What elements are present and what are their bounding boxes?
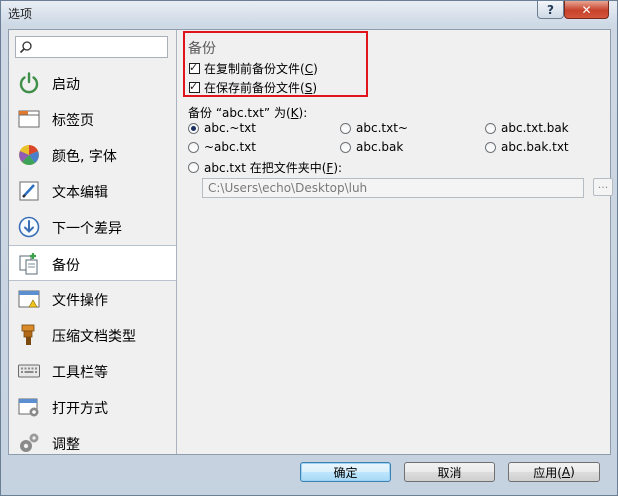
radio-name-option[interactable]: abc.bak xyxy=(340,140,403,154)
window-title: 选项 xyxy=(8,7,33,21)
sidebar-item-label: 备份 xyxy=(52,258,80,274)
backup-folder-path-input[interactable]: C:\Users\echo\Desktop\luh xyxy=(202,178,584,198)
gears-icon xyxy=(20,433,39,452)
keyboard-icon xyxy=(18,364,40,378)
radio-name-option[interactable]: ~abc.txt xyxy=(188,140,256,154)
search-icon xyxy=(19,41,32,54)
sidebar-item-tabs[interactable]: 标签页 xyxy=(9,101,176,137)
radio-button[interactable] xyxy=(188,122,199,134)
sidebar-item-label: 压缩文档类型 xyxy=(52,329,136,345)
checkbox-label: 在保存前备份文件( xyxy=(204,81,305,95)
help-button[interactable]: ? xyxy=(537,1,564,19)
button-label: 确定 xyxy=(333,465,358,480)
radio-button[interactable] xyxy=(188,141,199,153)
sidebar-item-startup[interactable]: 启动 xyxy=(9,65,176,101)
open-with-icon xyxy=(18,398,39,417)
search-input[interactable] xyxy=(15,36,168,58)
label-end: ) xyxy=(313,61,318,76)
radio-button[interactable] xyxy=(188,162,199,173)
sidebar-item-tweaks[interactable]: 调整 xyxy=(9,425,176,454)
checkbox-label: 在复制前备份文件( xyxy=(204,62,305,76)
button-label: 应用( xyxy=(533,465,562,480)
backup-icon xyxy=(19,253,38,275)
sidebar: 启动 标签页 颜色, 字体 文本编辑 下一个差异 备份 文件操作 压缩文档类型 … xyxy=(9,30,177,454)
checkbox-box[interactable]: ✓ xyxy=(189,61,200,74)
tabs-icon xyxy=(18,110,40,128)
apply-button[interactable]: 应用(A) xyxy=(508,462,600,482)
checkmark-icon: ✓ xyxy=(189,80,199,93)
sidebar-item-backup[interactable]: 备份 xyxy=(9,245,176,281)
sidebar-item-label: 工具栏等 xyxy=(52,365,108,381)
options-dialog: 选项 ? ✕ 启动 标签页 颜色, 字体 文本编辑 下一个差异 备份 文件操作 … xyxy=(0,0,618,496)
radio-label: ~abc.txt xyxy=(204,140,256,154)
radio-label: abc.~txt xyxy=(204,121,256,135)
radio-name-option[interactable]: abc.~txt xyxy=(188,121,256,135)
cancel-button[interactable]: 取消 xyxy=(404,462,495,482)
sidebar-item-label: 标签页 xyxy=(52,113,94,129)
label-end: ) xyxy=(312,80,317,95)
radio-button[interactable] xyxy=(485,122,496,134)
backup-as-label: 备份 “abc.txt” 为(K): xyxy=(188,106,308,120)
radio-label: abc.bak xyxy=(356,140,404,154)
radio-label: abc.txt~ xyxy=(356,121,408,135)
radio-button[interactable] xyxy=(485,141,496,153)
sidebar-item-label: 文件操作 xyxy=(52,293,108,309)
sidebar-item-label: 启动 xyxy=(52,77,80,93)
title-bar[interactable]: 选项 ? ✕ xyxy=(1,1,617,25)
close-button[interactable]: ✕ xyxy=(564,1,609,19)
accelerator-key: C xyxy=(304,61,314,76)
radio-label: abc.txt 在把文件夹中( xyxy=(204,161,327,175)
backup-before-save-checkbox[interactable]: ✓ 在保存前备份文件(S) xyxy=(189,79,317,96)
sidebar-item-next-difference[interactable]: 下一个差异 xyxy=(9,209,176,245)
radio-button[interactable] xyxy=(340,122,351,134)
sidebar-item-open-with[interactable]: 打开方式 xyxy=(9,389,176,425)
text-edit-icon xyxy=(19,181,39,201)
backup-settings-panel: 备份 ✓ 在复制前备份文件(C) ✓ 在保存前备份文件(S) 备份 “abc.t… xyxy=(177,30,613,454)
sidebar-item-label: 下一个差异 xyxy=(52,221,122,237)
backup-before-copy-checkbox[interactable]: ✓ 在复制前备份文件(C) xyxy=(189,60,318,77)
sidebar-item-toolbar-etc[interactable]: 工具栏等 xyxy=(9,353,176,389)
next-diff-icon xyxy=(18,216,40,238)
accelerator-key: S xyxy=(304,80,313,95)
sidebar-item-label: 颜色, 字体 xyxy=(52,149,117,165)
radio-name-option[interactable]: abc.txt~ xyxy=(340,121,408,135)
dialog-body: 启动 标签页 颜色, 字体 文本编辑 下一个差异 备份 文件操作 压缩文档类型 … xyxy=(8,29,613,455)
sidebar-item-text-editing[interactable]: 文本编辑 xyxy=(9,173,176,209)
label-end: ) xyxy=(570,465,575,479)
palette-icon xyxy=(19,145,39,165)
ok-button[interactable]: 确定 xyxy=(300,462,391,482)
radio-name-option[interactable]: abc.bak.txt xyxy=(485,140,569,154)
radio-folder-option[interactable]: abc.txt 在把文件夹中(F): xyxy=(188,159,342,176)
archive-icon xyxy=(21,324,35,345)
button-label: 取消 xyxy=(437,465,462,480)
sidebar-item-label: 调整 xyxy=(52,437,80,453)
radio-label: abc.txt.bak xyxy=(501,121,569,135)
radio-label: abc.bak.txt xyxy=(501,140,569,154)
label-end: ): xyxy=(333,160,343,175)
sidebar-item-archive-types[interactable]: 压缩文档类型 xyxy=(9,317,176,353)
sidebar-item-colors-fonts[interactable]: 颜色, 字体 xyxy=(9,137,176,173)
sidebar-item-label: 文本编辑 xyxy=(52,185,108,201)
radio-button[interactable] xyxy=(340,141,351,153)
checkbox-box[interactable]: ✓ xyxy=(189,80,200,93)
sidebar-item-label: 打开方式 xyxy=(52,401,108,417)
section-title: 备份 xyxy=(188,41,216,57)
file-ops-icon xyxy=(18,290,40,308)
accelerator-key: A xyxy=(561,465,571,479)
sidebar-item-file-operations[interactable]: 文件操作 xyxy=(9,281,176,317)
accelerator-key: K xyxy=(290,106,299,120)
power-icon xyxy=(19,72,39,94)
browse-button[interactable]: ... xyxy=(593,178,613,196)
checkmark-icon: ✓ xyxy=(189,61,199,74)
radio-name-option[interactable]: abc.txt.bak xyxy=(485,121,569,135)
accelerator-key: F xyxy=(326,160,334,175)
